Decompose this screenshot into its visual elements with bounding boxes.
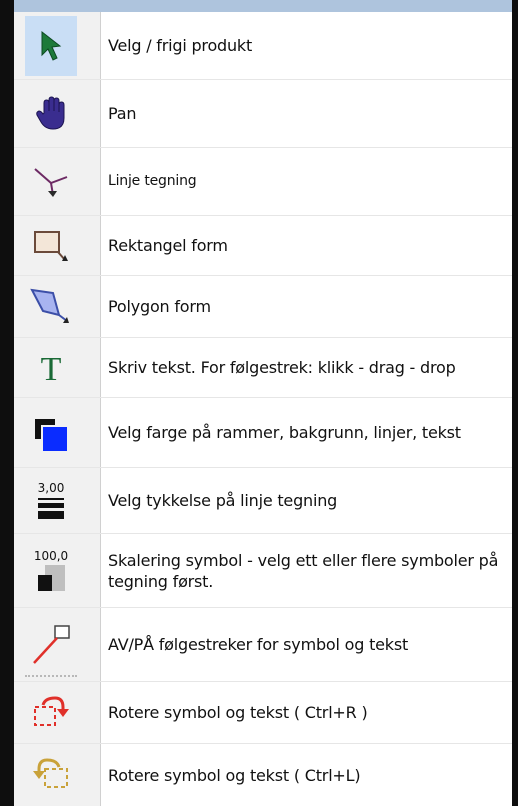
tool-label: Polygon form xyxy=(108,297,211,316)
tool-label: Velg farge på rammer, bakgrunn, linjer, … xyxy=(108,423,461,442)
tool-label: Linje tegning xyxy=(108,173,197,189)
tool-row-rotate-left[interactable]: Rotere symbol og tekst ( Ctrl+L) xyxy=(14,744,512,806)
rectangle-icon[interactable] xyxy=(25,218,77,274)
tool-label: Rotere symbol og tekst ( Ctrl+L) xyxy=(108,765,361,785)
text-icon[interactable]: T xyxy=(25,340,77,396)
select-arrow-icon[interactable] xyxy=(25,16,77,76)
tool-row-text[interactable]: T Skriv tekst. For følgestrek: klikk - d… xyxy=(14,338,512,398)
scale-value: 100,0 xyxy=(33,549,69,563)
tool-label: Velg tykkelse på linje tegning xyxy=(108,491,338,510)
tool-label: AV/PÅ følgestreker for symbol og tekst xyxy=(108,635,409,654)
thickness-value: 3,00 xyxy=(37,481,65,495)
line-draw-icon[interactable] xyxy=(25,152,77,212)
svg-text:T: T xyxy=(41,351,62,385)
hand-icon[interactable] xyxy=(25,84,77,144)
tool-row-select[interactable]: Velg / frigi produkt xyxy=(14,12,512,80)
tool-label: Rotere symbol og tekst ( Ctrl+R ) xyxy=(108,703,368,722)
tool-label: Pan xyxy=(108,104,137,123)
color-icon[interactable] xyxy=(25,402,77,464)
tool-label: Skriv tekst. For følgestrek: klikk - dra… xyxy=(108,358,456,377)
tool-label: Skalering symbol - velg ett eller flere … xyxy=(108,550,499,591)
tool-label: Rektangel form xyxy=(108,236,228,255)
tool-row-thickness[interactable]: 3,00 Velg tykkelse på linje tegning xyxy=(14,468,512,534)
tool-row-polygon[interactable]: Polygon form xyxy=(14,276,512,338)
tool-label: Velg / frigi produkt xyxy=(108,36,253,55)
tool-row-scale[interactable]: 100,0 Skalering symbol - velg ett eller … xyxy=(14,534,512,608)
tool-row-color[interactable]: Velg farge på rammer, bakgrunn, linjer, … xyxy=(14,398,512,468)
tool-row-pan[interactable]: Pan xyxy=(14,80,512,148)
right-border xyxy=(512,0,518,806)
tool-row-line[interactable]: Linje tegning xyxy=(14,148,512,216)
left-border xyxy=(0,0,14,806)
leader-line-icon[interactable] xyxy=(25,610,77,680)
scale-icon[interactable]: 100,0 xyxy=(25,536,77,606)
line-thickness-icon[interactable]: 3,00 xyxy=(25,470,77,532)
tool-row-leader[interactable]: AV/PÅ følgestreker for symbol og tekst xyxy=(14,608,512,682)
tool-row-rotate-right[interactable]: Rotere symbol og tekst ( Ctrl+R ) xyxy=(14,682,512,744)
rotate-right-icon[interactable] xyxy=(25,684,77,742)
toolbar-help-panel: Velg / frigi produkt Pan Linje tegning R… xyxy=(0,0,518,806)
top-border xyxy=(0,0,518,12)
separator xyxy=(25,675,77,679)
rotate-left-icon[interactable] xyxy=(25,746,77,804)
polygon-icon[interactable] xyxy=(25,278,77,336)
tool-row-rectangle[interactable]: Rektangel form xyxy=(14,216,512,276)
